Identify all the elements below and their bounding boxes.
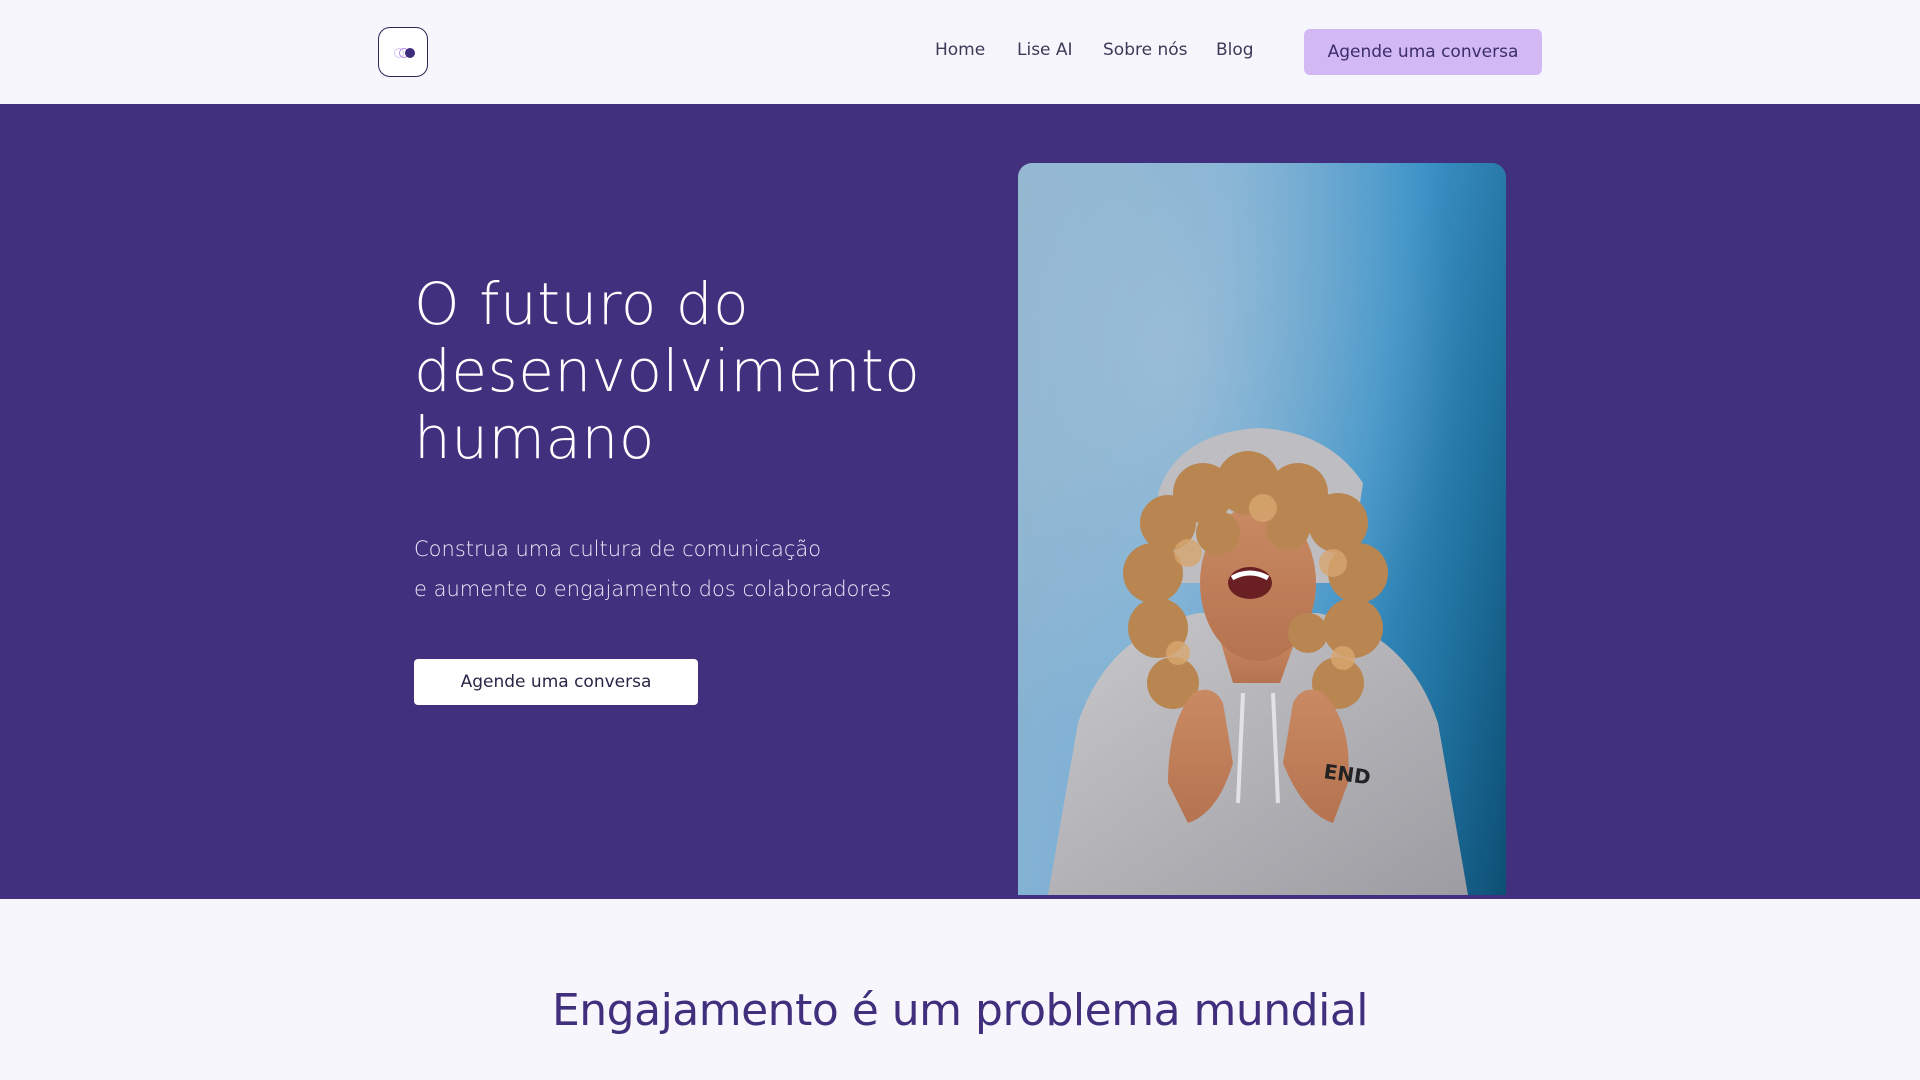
nav-link-home[interactable]: Home bbox=[935, 40, 985, 60]
section-title: Engajamento é um problema mundial bbox=[551, 985, 1369, 1036]
nav-link-lise-ai[interactable]: Lise AI bbox=[1017, 40, 1073, 60]
header-schedule-button[interactable]: Agende uma conversa bbox=[1304, 29, 1542, 75]
nav-link-blog[interactable]: Blog bbox=[1216, 40, 1254, 60]
hero-schedule-button[interactable]: Agende uma conversa bbox=[414, 659, 698, 705]
hero-subtitle-line-1: Construa uma cultura de comunicação bbox=[414, 537, 822, 561]
logo-icon[interactable] bbox=[378, 27, 428, 77]
nav-link-sobre-nos[interactable]: Sobre nós bbox=[1103, 40, 1188, 60]
hero-section: O futuro do desenvolvimento humano Const… bbox=[0, 104, 1920, 899]
hero-subtitle: Construa uma cultura de comunicação e au… bbox=[414, 529, 891, 609]
hero-title: O futuro do desenvolvimento humano bbox=[414, 270, 921, 472]
site-header: Home Lise AI Sobre nós Blog Agende uma c… bbox=[0, 0, 1920, 104]
hero-photo: END bbox=[1018, 163, 1506, 895]
hero-photo-illustration: END bbox=[1018, 163, 1506, 895]
hero-subtitle-line-2: e aumente o engajamento dos colaboradore… bbox=[414, 577, 892, 601]
logo-dot-dark bbox=[405, 48, 415, 58]
